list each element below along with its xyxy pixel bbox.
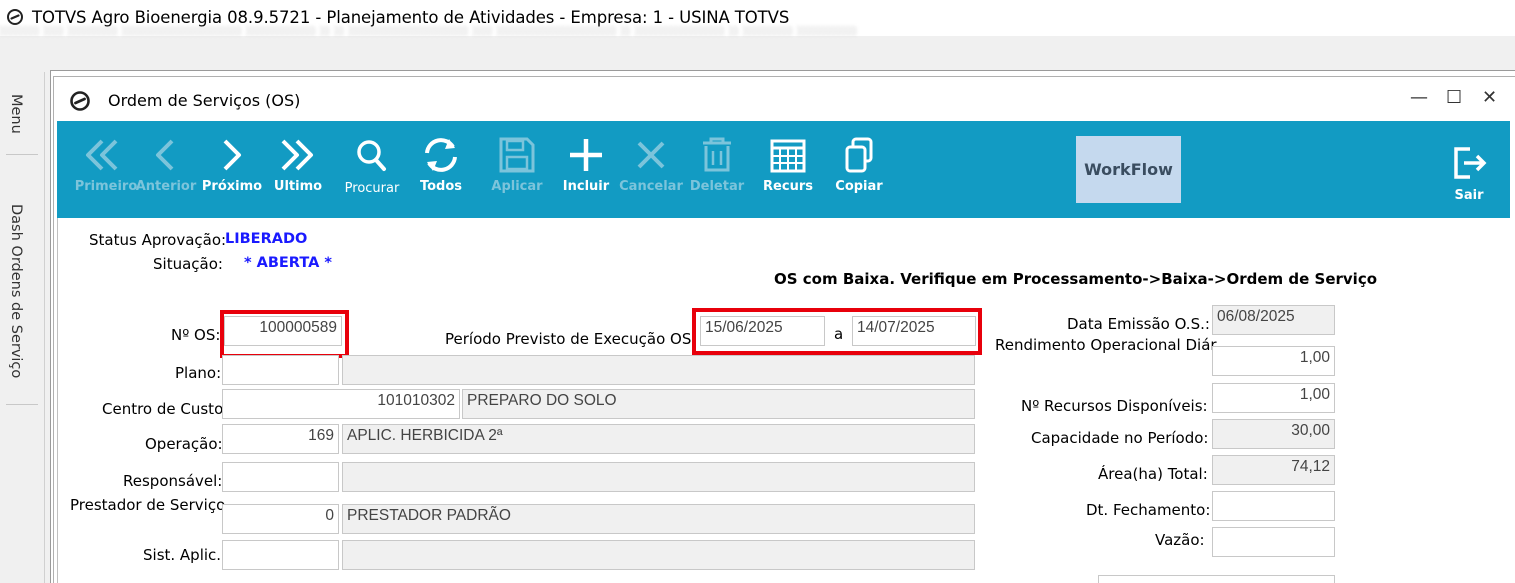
search-icon [357, 140, 386, 171]
recursos-field[interactable]: 1,00 [1212, 383, 1335, 413]
operacao-code-field[interactable]: 169 [222, 424, 339, 454]
next-label: Próximo [201, 179, 263, 194]
highlight-box [692, 308, 982, 355]
blurred-menu-strip: ░░░░ ░░ ░░░░░ ░░░░░░░░░░░░ ░░░░░░░ ░ ░ ░… [0, 26, 858, 36]
workflow-button[interactable]: WorkFlow [1076, 136, 1181, 203]
side-tab-divider [6, 404, 38, 405]
copy-label: Copiar [835, 179, 883, 194]
delete-label: Deletar [689, 179, 745, 194]
chevron-right-icon [223, 139, 241, 171]
first-button[interactable]: Primeiro [72, 121, 140, 218]
prestador-code-field[interactable]: 0 [222, 504, 339, 534]
baixa-notice: OS com Baixa. Verifique em Processamento… [774, 270, 1378, 288]
calendar-grid-icon [770, 139, 806, 173]
totvs-logo-icon [7, 9, 23, 25]
maximize-button[interactable]: ☐ [1446, 87, 1462, 108]
close-button[interactable]: ✕ [1482, 87, 1497, 108]
previous-label: Anterior [135, 179, 197, 194]
responsavel-label: Responsável: [123, 472, 223, 490]
centro-custo-label: Centro de Custo: [102, 400, 229, 418]
window-logo-icon [70, 91, 90, 111]
plus-icon [570, 139, 602, 171]
centro-custo-code-field[interactable]: 101010302 [222, 389, 460, 419]
all-label: Todos [419, 179, 463, 194]
sist-aplic-desc-field [342, 540, 975, 570]
side-tab-panel: Menu Dash Ordens de Serviço [0, 72, 45, 583]
close-x-icon [637, 141, 665, 169]
highlight-box [220, 310, 349, 358]
last-button[interactable]: Ultimo [271, 121, 325, 218]
exit-label: Sair [1454, 188, 1484, 203]
partial-field[interactable] [1098, 575, 1335, 583]
apply-label: Aplicar [491, 179, 543, 194]
data-emissao-label: Data Emissão O.S.: [1067, 315, 1210, 333]
cancel-label: Cancelar [619, 179, 683, 194]
operacao-desc-field: APLIC. HERBICIDA 2ª [342, 424, 975, 454]
prestador-desc-field: PRESTADOR PADRÃO [342, 504, 975, 534]
situacao-label: Situação: [153, 255, 223, 273]
minimize-button[interactable]: — [1410, 87, 1428, 108]
rendimento-label: Rendimento Operacional Diár [995, 336, 1217, 354]
situacao-value: * ABERTA * [244, 255, 332, 271]
recursos-label: Nº Recursos Disponíveis: [1021, 397, 1208, 415]
toolbar: Primeiro Anterior Próximo Ultimo Procura… [57, 121, 1510, 218]
last-label: Ultimo [273, 179, 323, 194]
vazao-field[interactable] [1212, 527, 1335, 557]
prestador-label: Prestador de Serviço [70, 496, 226, 514]
refresh-icon [425, 138, 457, 172]
all-button[interactable]: Todos [413, 121, 469, 218]
exit-button[interactable]: Sair [1442, 121, 1496, 218]
chevron-left-icon [156, 139, 174, 171]
area-label: Área(ha) Total: [1098, 465, 1208, 483]
responsavel-desc-field [342, 462, 975, 492]
dt-fechamento-label: Dt. Fechamento: [1086, 501, 1211, 519]
sist-aplic-label: Sist. Aplic.: [143, 546, 227, 564]
previous-button[interactable]: Anterior [136, 121, 196, 218]
search-label: Procurar [344, 181, 400, 196]
rendimento-field[interactable]: 1,00 [1212, 346, 1335, 376]
app-title: TOTVS Agro Bioenergia 08.9.5721 - Planej… [32, 8, 790, 27]
exit-icon [1454, 147, 1487, 179]
search-button[interactable]: Procurar [342, 121, 402, 218]
centro-custo-desc-field: PREPARO DO SOLO [462, 389, 975, 419]
copy-icon [845, 137, 873, 173]
resources-label: Recurs [763, 179, 813, 194]
dt-fechamento-field[interactable] [1212, 491, 1335, 521]
plano-code-field[interactable] [222, 355, 339, 385]
trash-icon [703, 137, 731, 172]
periodo-label: Período Previsto de Execução OS: [445, 330, 697, 348]
next-button[interactable]: Próximo [202, 121, 262, 218]
side-tab-dash-ordens[interactable]: Dash Ordens de Serviço [8, 204, 24, 378]
window-title: Ordem de Serviços (OS) [108, 91, 301, 110]
side-tab-divider [6, 154, 38, 155]
cancel-button[interactable]: Cancelar [619, 121, 683, 218]
vazao-label: Vazão: [1155, 531, 1205, 549]
capacidade-label: Capacidade no Período: [1031, 429, 1209, 447]
num-os-label: Nº OS: [171, 326, 221, 344]
plano-desc-field [342, 355, 975, 385]
data-emissao-field: 06/08/2025 [1212, 305, 1335, 335]
area-field: 74,12 [1212, 455, 1335, 485]
capacidade-field: 30,00 [1212, 419, 1335, 449]
apply-button[interactable]: Aplicar [489, 121, 545, 218]
double-chevron-right-icon [281, 139, 313, 171]
status-aprovacao-value: LIBERADO [225, 231, 308, 247]
copy-button[interactable]: Copiar [831, 121, 887, 218]
responsavel-code-field[interactable] [222, 462, 339, 492]
sist-aplic-code-field[interactable] [222, 540, 339, 570]
double-chevron-left-icon [86, 139, 118, 171]
include-button[interactable]: Incluir [558, 121, 614, 218]
operacao-label: Operação: [145, 435, 223, 453]
plano-label: Plano: [175, 364, 222, 382]
side-tab-menu[interactable]: Menu [8, 94, 24, 134]
delete-button[interactable]: Deletar [689, 121, 745, 218]
save-icon [499, 137, 535, 173]
status-aprovacao-label: Status Aprovação: [89, 231, 227, 249]
resources-button[interactable]: Recurs [760, 121, 816, 218]
